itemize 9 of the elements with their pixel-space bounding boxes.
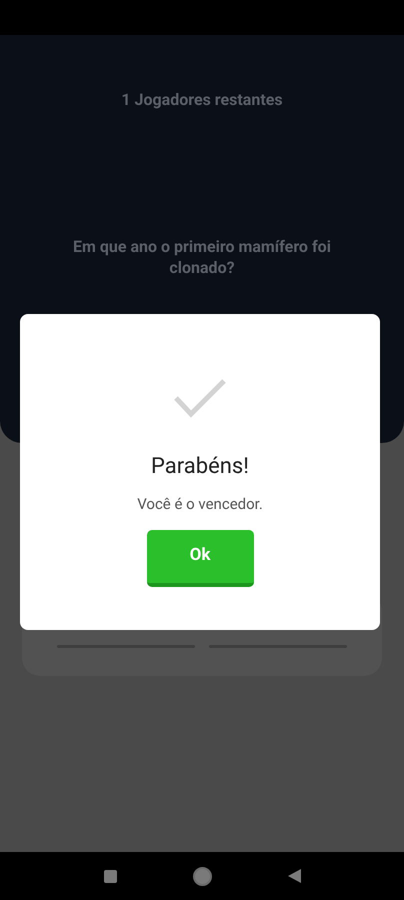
dialog-message: Você é o vencedor. — [137, 494, 263, 515]
checkmark-icon — [173, 378, 227, 418]
recents-icon[interactable] — [104, 870, 116, 882]
players-remaining: 1 Jogadores restantes — [121, 89, 283, 111]
ok-button[interactable]: Ok — [146, 530, 254, 586]
dialog-title: Parabéns! — [151, 453, 249, 481]
question-text: Em que ano o primeiro mamífero foi clonado? — [72, 236, 332, 278]
back-icon[interactable] — [288, 869, 300, 883]
home-icon[interactable] — [192, 866, 212, 886]
